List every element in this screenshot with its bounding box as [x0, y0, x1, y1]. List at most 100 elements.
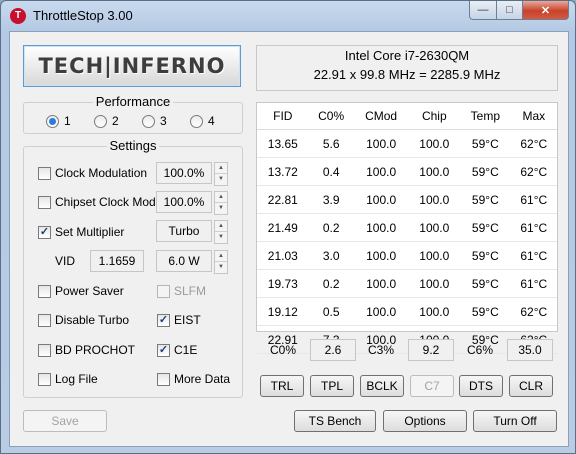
power-value: 6.0 W	[156, 250, 212, 272]
table-cell: 59°C	[460, 297, 511, 326]
table-row: 21.49 0.2 100.0 100.0 59°C 61°C	[257, 213, 557, 242]
performance-title: Performance	[92, 94, 174, 109]
table-cell: 19.12	[257, 297, 309, 326]
table-cell: 59°C	[460, 129, 511, 158]
trl-button[interactable]: TRL	[260, 375, 304, 397]
spin-down-icon[interactable]: ▼	[215, 262, 227, 273]
checkbox-icon	[38, 313, 51, 327]
close-icon: ✕	[540, 4, 551, 17]
table-cell: 100.0	[408, 157, 461, 186]
table-cell: 59°C	[460, 241, 511, 270]
table-row: 21.03 3.0 100.0 100.0 59°C 61°C	[257, 241, 557, 270]
set-multiplier-spinner[interactable]: ▲ ▼	[214, 220, 228, 244]
chipset-clock-mod-value[interactable]: 100.0%	[156, 191, 212, 213]
spin-up-icon[interactable]: ▲	[215, 192, 227, 203]
save-button[interactable]: Save	[23, 410, 107, 432]
radio-icon	[142, 114, 155, 128]
power-saver-checkbox[interactable]: Power Saver	[38, 284, 124, 298]
clock-modulation-value[interactable]: 100.0%	[156, 162, 212, 184]
chipset-clock-mod-spinner[interactable]: ▲ ▼	[214, 191, 228, 215]
column-header: C0%	[308, 103, 354, 130]
checkmark-icon: ✓	[157, 313, 170, 327]
performance-radio-3[interactable]: 3	[142, 114, 167, 128]
checkbox-icon	[38, 343, 51, 357]
performance-radio-2[interactable]: 2	[94, 114, 119, 128]
table-row: 13.72 0.4 100.0 100.0 59°C 62°C	[257, 157, 557, 186]
table-cell: 3.0	[308, 241, 354, 270]
techinferno-logo-button[interactable]: TECH|INFERNO	[23, 45, 241, 87]
checkbox-icon	[38, 195, 51, 209]
c1e-checkbox[interactable]: ✓ C1E	[157, 343, 197, 357]
performance-radio-1[interactable]: 1	[46, 114, 71, 128]
close-button[interactable]: ✕	[523, 1, 569, 20]
minimize-button[interactable]: —	[469, 1, 497, 20]
slfm-checkbox[interactable]: SLFM	[157, 284, 206, 298]
performance-radio-4[interactable]: 4	[190, 114, 215, 128]
throttlestop-window: T ThrottleStop 3.00 — □ ✕ TECH|INFERNO I…	[0, 0, 576, 454]
bclk-button[interactable]: BCLK	[360, 375, 404, 397]
checkmark-icon: ✓	[157, 343, 170, 357]
c3-label: C3%	[368, 343, 395, 357]
options-button[interactable]: Options	[383, 410, 467, 432]
table-row: 13.65 5.6 100.0 100.0 59°C 62°C	[257, 129, 557, 158]
c3-value: 9.2	[408, 339, 454, 361]
log-file-checkbox[interactable]: Log File	[38, 372, 98, 386]
table-cell: 100.0	[408, 185, 461, 214]
set-multiplier-checkbox[interactable]: ✓ Set Multiplier	[38, 225, 124, 239]
cpu-name: Intel Core i7-2630QM	[344, 48, 470, 63]
spin-down-icon[interactable]: ▼	[215, 232, 227, 243]
table-cell: 100.0	[408, 129, 461, 158]
eist-checkbox[interactable]: ✓ EIST	[157, 313, 201, 327]
spin-up-icon[interactable]: ▲	[215, 251, 227, 262]
power-spinner[interactable]: ▲ ▼	[214, 250, 228, 274]
table-cell: 0.4	[308, 157, 354, 186]
table-cell: 59°C	[460, 213, 511, 242]
minimize-icon: —	[477, 4, 489, 16]
settings-title: Settings	[106, 138, 160, 153]
client-area: TECH|INFERNO Intel Core i7-2630QM 22.91 …	[9, 31, 569, 447]
c7-button[interactable]: C7	[410, 375, 454, 397]
clock-modulation-checkbox[interactable]: Clock Modulation	[38, 166, 147, 180]
table-cell: 61°C	[510, 185, 557, 214]
table-cell: 62°C	[510, 129, 557, 158]
dts-button[interactable]: DTS	[459, 375, 503, 397]
more-data-checkbox[interactable]: More Data	[157, 372, 230, 386]
vid-value: 1.1659	[90, 250, 144, 272]
window-title: ThrottleStop 3.00	[33, 8, 133, 23]
tpl-button[interactable]: TPL	[310, 375, 354, 397]
checkbox-icon	[38, 166, 51, 180]
clock-modulation-spinner[interactable]: ▲ ▼	[214, 162, 228, 186]
table-cell: 62°C	[510, 157, 557, 186]
checkbox-icon	[38, 372, 51, 386]
turn-off-button[interactable]: Turn Off	[473, 410, 557, 432]
maximize-button[interactable]: □	[497, 1, 523, 20]
chipset-clock-mod-checkbox[interactable]: Chipset Clock Mod	[38, 195, 156, 209]
table-cell: 100.0	[408, 297, 461, 326]
disable-turbo-checkbox[interactable]: Disable Turbo	[38, 313, 129, 327]
table-cell: 100.0	[408, 213, 461, 242]
spin-down-icon[interactable]: ▼	[215, 203, 227, 214]
table-cell: 100.0	[408, 269, 461, 298]
table-cell: 0.5	[308, 297, 354, 326]
table-cell: 5.6	[308, 129, 354, 158]
table-cell: 100.0	[353, 185, 409, 214]
set-multiplier-value[interactable]: Turbo	[156, 220, 212, 242]
bd-prochot-checkbox[interactable]: BD PROCHOT	[38, 343, 135, 357]
title-bar[interactable]: T ThrottleStop 3.00 — □ ✕	[1, 1, 575, 31]
table-cell: 3.9	[308, 185, 354, 214]
spin-up-icon[interactable]: ▲	[215, 221, 227, 232]
maximize-icon: □	[506, 4, 513, 16]
column-header: FID	[257, 103, 309, 130]
ts-bench-button[interactable]: TS Bench	[294, 410, 376, 432]
cpu-frequency: 22.91 x 99.8 MHz = 2285.9 MHz	[313, 67, 501, 82]
table-cell: 0.2	[308, 269, 354, 298]
spin-down-icon[interactable]: ▼	[215, 174, 227, 185]
table-cell: 62°C	[510, 297, 557, 326]
table-cell: 100.0	[353, 213, 409, 242]
radio-icon	[94, 114, 107, 128]
table-cell: 100.0	[353, 297, 409, 326]
clr-button[interactable]: CLR	[509, 375, 553, 397]
table-cell: 0.2	[308, 213, 354, 242]
column-header: Chip	[408, 103, 461, 130]
spin-up-icon[interactable]: ▲	[215, 163, 227, 174]
